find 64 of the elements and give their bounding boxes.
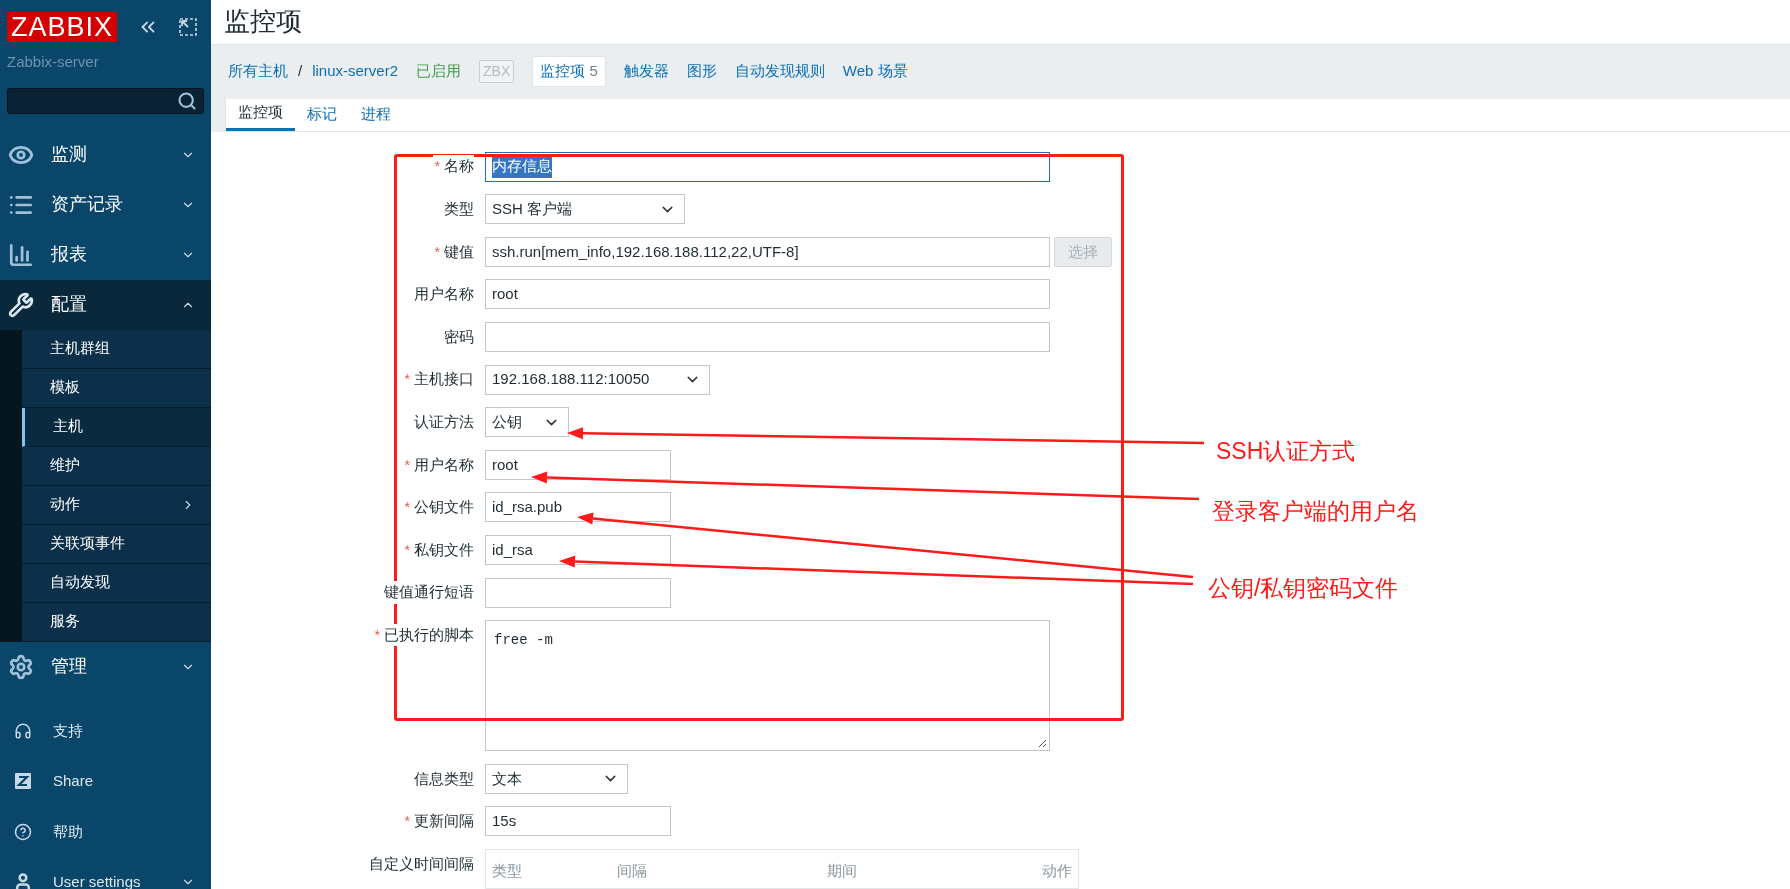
input-field[interactable]: id_rsa.pub	[485, 492, 671, 523]
server-name: Zabbix-server	[6, 52, 100, 72]
status-label: 已启用	[416, 61, 462, 82]
menu-section[interactable]: 配置	[0, 279, 211, 330]
submenu-item[interactable]: 关联项事件	[22, 524, 211, 564]
breadcrumb-link[interactable]: 所有主机	[228, 60, 288, 83]
user-icon	[13, 872, 33, 889]
wrench-icon	[8, 291, 34, 318]
breadcrumb-link[interactable]: linux-server2	[312, 60, 399, 83]
breadcrumb-link[interactable]: 图形	[686, 60, 717, 83]
breadcrumb-separator: /	[298, 61, 303, 82]
resize-handle-icon[interactable]	[1038, 739, 1047, 749]
tab[interactable]: 进程	[349, 97, 403, 131]
page-title: 监控项	[223, 5, 303, 39]
sidebar-link[interactable]: Share	[0, 756, 211, 807]
breadcrumb-link[interactable]: 自动发现规则	[734, 60, 825, 83]
logo: ZABBIX	[7, 12, 118, 42]
menu-section[interactable]: 监测	[0, 129, 211, 180]
headset-icon	[14, 721, 32, 740]
input-field[interactable]: 内存信息	[485, 151, 1050, 182]
annotation-label: 登录客户端的用户名	[1212, 497, 1419, 526]
annotation-label: SSH认证方式	[1216, 437, 1356, 466]
search-field[interactable]	[7, 87, 204, 114]
column-header: 间隔	[617, 861, 648, 881]
input-field[interactable]	[485, 577, 671, 608]
share-logo-icon	[14, 772, 32, 791]
field-label: * 已执行的脚本	[372, 623, 474, 647]
items-tab[interactable]: 监控项 5	[532, 56, 606, 87]
submenu-item[interactable]: 自动发现	[22, 563, 211, 603]
tab[interactable]: 监控项	[226, 97, 295, 131]
search-icon[interactable]	[177, 90, 197, 111]
submenu-item[interactable]: 模板	[22, 368, 211, 408]
submenu-item[interactable]: 主机	[22, 407, 211, 447]
tab[interactable]: 标记	[295, 97, 349, 131]
dropdown[interactable]: SSH 客户端	[485, 194, 685, 225]
settings-icon	[8, 653, 34, 680]
menu-section[interactable]: 报表	[0, 229, 211, 280]
sidebar-link[interactable]: 帮助	[0, 806, 211, 857]
menu-section[interactable]: 管理	[0, 641, 211, 692]
input-field[interactable]: root	[485, 279, 1050, 310]
dropdown[interactable]: 文本	[485, 763, 628, 794]
availability-tag: ZBX	[479, 60, 515, 84]
menu-section[interactable]: 资产记录	[0, 179, 211, 230]
submenu-item[interactable]: 动作	[22, 485, 211, 525]
dropdown[interactable]: 公钥	[485, 407, 569, 438]
breadcrumb-link[interactable]: 触发器	[623, 60, 669, 83]
input-field[interactable]	[485, 322, 1050, 353]
help-icon	[14, 822, 32, 841]
submenu-item[interactable]: 维护	[22, 446, 211, 486]
column-header: 类型	[492, 861, 523, 881]
submenu-item[interactable]: 服务	[22, 602, 211, 642]
field-label: 键值通行短语	[382, 581, 474, 604]
annotation-label: 公钥/私钥密码文件	[1208, 574, 1399, 603]
bar-chart-icon	[8, 241, 34, 268]
submenu-item[interactable]: 主机群组	[22, 329, 211, 369]
input-field[interactable]: 15s	[485, 806, 671, 837]
dropdown[interactable]: 192.168.188.112:10050	[485, 364, 710, 395]
script-textarea[interactable]: free -m	[485, 620, 1050, 752]
fullscreen-icon[interactable]	[179, 18, 198, 36]
input-field[interactable]: ssh.run[mem_info,192.168.188.112,22,UTF-8]	[485, 236, 1050, 267]
sidebar-link[interactable]: 支持	[0, 705, 211, 756]
column-header: 期间	[827, 861, 858, 881]
column-header: 动作	[1042, 861, 1072, 881]
breadcrumb-link[interactable]: Web 场景	[842, 60, 908, 83]
